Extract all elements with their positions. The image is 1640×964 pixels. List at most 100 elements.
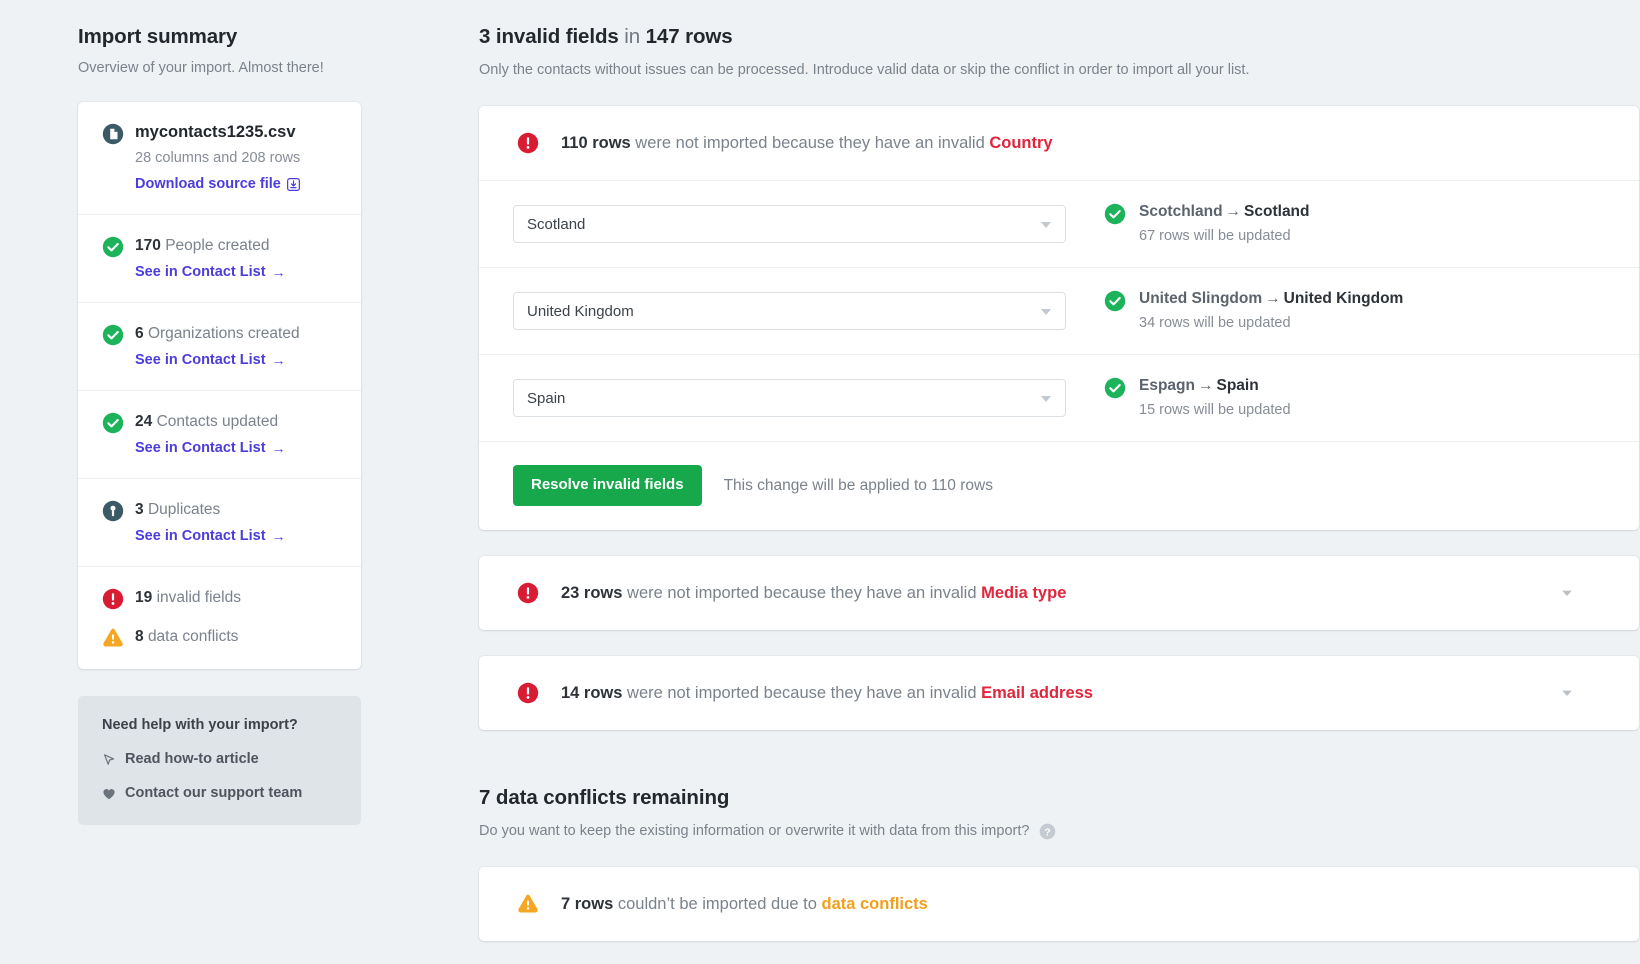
error-circle-icon <box>102 588 124 610</box>
mapping-sub: 67 rows will be updated <box>1139 228 1291 244</box>
card-header[interactable]: 14 rows were not imported because they h… <box>479 656 1639 730</box>
issue-body: 19 invalid fields <box>135 587 339 608</box>
issue-body: 8 data conflicts <box>135 626 339 647</box>
check-circle-icon <box>102 236 124 258</box>
main-title-mid: in <box>618 25 646 48</box>
mapping-text: Espagn → Spain 15 rows will be updated <box>1139 376 1291 420</box>
resolve-invalid-fields-button[interactable]: Resolve invalid fields <box>513 465 702 506</box>
help-circle-icon[interactable]: ? <box>1039 823 1056 840</box>
chevron-down-icon[interactable] <box>1559 585 1575 601</box>
download-source-file-link[interactable]: Download source file <box>135 175 300 194</box>
arrow-right-icon: → <box>271 264 286 280</box>
stat-body: 3 Duplicates See in Contact List → <box>135 499 339 546</box>
help-link-label: Contact our support team <box>125 785 303 801</box>
stat-label: Organizations created <box>147 325 300 342</box>
chevron-down-icon[interactable] <box>1559 685 1575 701</box>
card-header[interactable]: 7 rows couldn’t be imported due to data … <box>479 867 1639 941</box>
arrow-right-icon: → <box>1197 377 1214 394</box>
resolve-bar: Resolve invalid fields This change will … <box>479 442 1639 530</box>
card-field-name: Country <box>989 134 1053 152</box>
card-field-name: Media type <box>981 584 1067 602</box>
see-link-label: See in Contact List <box>135 264 266 280</box>
country-select-0[interactable]: Scotland <box>513 205 1066 243</box>
check-circle-icon <box>102 324 124 346</box>
contact-support-link[interactable]: Contact our support team <box>102 784 339 803</box>
country-select-1[interactable]: United Kingdom <box>513 292 1066 330</box>
mapping-row: United Kingdom United Slingdom → United … <box>479 268 1639 355</box>
arrow-right-icon: → <box>1265 290 1281 307</box>
download-link-label: Download source file <box>135 176 281 192</box>
stat-body: 170 People created See in Contact List → <box>135 235 339 282</box>
mapping-info: Scotchland → Scotland 67 rows will be upda… <box>1104 202 1310 246</box>
file-icon <box>102 123 124 145</box>
issue-count: 19 <box>135 589 153 606</box>
stat-label: Contacts updated <box>156 413 279 430</box>
help-title: Need help with your import? <box>102 717 298 733</box>
mapping-to: Scotland <box>1244 203 1310 220</box>
issue-label: data conflicts <box>147 628 239 645</box>
see-in-contact-list-link[interactable]: See in Contact List → <box>135 263 286 282</box>
file-meta: 28 columns and 208 rows <box>135 150 301 166</box>
stat-row: 3 Duplicates See in Contact List → <box>102 499 339 546</box>
chevron-down-icon <box>1041 308 1051 315</box>
check-circle-icon <box>1104 290 1126 312</box>
card-header[interactable]: 110 rows were not imported because they … <box>479 106 1639 181</box>
card-header[interactable]: 23 rows were not imported because they h… <box>479 556 1639 630</box>
data-conflicts-section: 7 data conflicts remaining Do you want t… <box>479 785 1639 951</box>
summary-section-issues: 19 invalid fields 8 data conflicts <box>78 567 361 669</box>
summary-card: mycontacts1235.csv 28 columns and 208 ro… <box>78 102 361 669</box>
svg-text:?: ? <box>1045 827 1051 838</box>
summary-section-contacts-updated: 24 Contacts updated See in Contact List … <box>78 391 361 479</box>
issue-row-invalid-fields: 19 invalid fields <box>102 587 339 610</box>
mapping-info: United Slingdom → United Kingdom 34 rows w… <box>1104 289 1403 333</box>
check-circle-icon <box>1104 377 1126 399</box>
select-value: Spain <box>527 389 566 407</box>
issue-label: invalid fields <box>156 589 241 606</box>
summary-section-file: mycontacts1235.csv 28 columns and 208 ro… <box>78 102 361 215</box>
arrow-right-icon: → <box>271 440 286 456</box>
select-value: Scotland <box>527 215 586 233</box>
mapping-sub: 15 rows will be updated <box>1139 402 1291 418</box>
summary-section-organizations-created: 6 Organizations created See in Contact L… <box>78 303 361 391</box>
page-columns: Import summary Overview of your import. … <box>0 0 1640 951</box>
see-link-label: See in Contact List <box>135 440 266 456</box>
download-icon <box>286 178 300 191</box>
data-conflicts-subtitle: Do you want to keep the existing informa… <box>479 823 1030 839</box>
see-in-contact-list-link[interactable]: See in Contact List → <box>135 351 286 370</box>
see-in-contact-list-link[interactable]: See in Contact List → <box>135 527 286 546</box>
invalid-field-card-email-address: 14 rows were not imported because they h… <box>479 656 1639 740</box>
card-header-text: 7 rows couldn’t be imported due to data … <box>561 893 1615 915</box>
main-content: 3 invalid fields in 147 rows Only the co… <box>479 24 1639 951</box>
mapping-sub: 34 rows will be updated <box>1139 315 1291 331</box>
mapping-text: United Slingdom → United Kingdom 34 rows w… <box>1139 289 1403 333</box>
arrow-right-icon: → <box>271 352 286 368</box>
arrow-right-icon: → <box>271 528 286 544</box>
see-link-label: See in Contact List <box>135 352 266 368</box>
card-row-count: 23 rows <box>561 584 623 602</box>
see-in-contact-list-link[interactable]: See in Contact List → <box>135 439 286 458</box>
data-conflicts-subtitle-row: Do you want to keep the existing informa… <box>479 821 1639 841</box>
mapping-row: Scotland Scotchland → Scotland 67 rows w… <box>479 181 1639 268</box>
warning-triangle-icon <box>517 893 539 915</box>
stat-body: 24 Contacts updated See in Contact List … <box>135 411 339 458</box>
invalid-field-card-media-type: 23 rows were not imported because they h… <box>479 556 1639 640</box>
card-message: couldn’t be imported due to <box>613 895 822 913</box>
read-how-to-article-link[interactable]: Read how-to article <box>102 750 339 769</box>
error-circle-icon <box>517 582 539 604</box>
file-name: mycontacts1235.csv <box>135 123 296 141</box>
mapping-from: Espagn <box>1139 377 1195 394</box>
check-circle-icon <box>102 412 124 434</box>
invalid-fields-count: 3 invalid fields <box>479 25 619 48</box>
issue-row-data-conflicts: 8 data conflicts <box>102 626 339 649</box>
stat-row: 24 Contacts updated See in Contact List … <box>102 411 339 458</box>
chevron-down-icon <box>1041 221 1051 228</box>
card-header-text: 14 rows were not imported because they h… <box>561 682 1559 704</box>
error-circle-icon <box>517 132 539 154</box>
page-subtitle: Overview of your import. Almost there! <box>78 60 324 76</box>
mapping-text: Scotchland → Scotland 67 rows will be upda… <box>1139 202 1310 246</box>
duplicate-icon <box>102 500 124 522</box>
country-select-2[interactable]: Spain <box>513 379 1066 417</box>
summary-section-duplicates: 3 Duplicates See in Contact List → <box>78 479 361 567</box>
mapping-to: Spain <box>1216 377 1259 394</box>
stat-count: 170 <box>135 237 161 254</box>
